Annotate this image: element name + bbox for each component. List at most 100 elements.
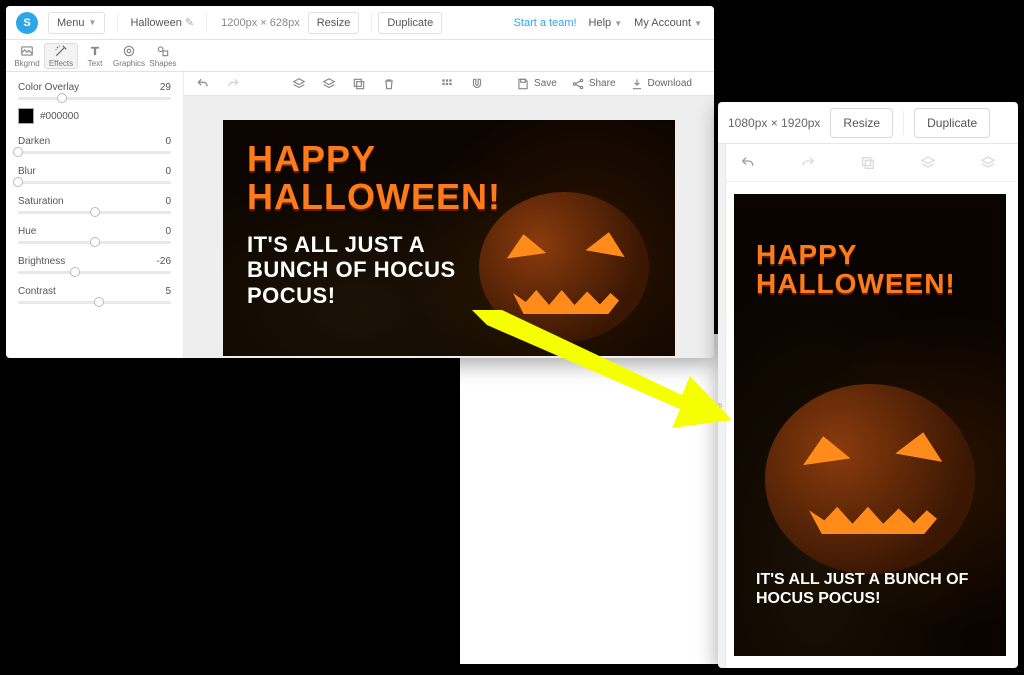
top-right-links: Start a team! Help ▼ My Account ▼ — [514, 17, 714, 29]
canvas-toolbar: Save Share Download — [184, 72, 714, 96]
pumpkin-graphic — [765, 384, 975, 574]
headline-text[interactable]: HAPPYHALLOWEEN! — [247, 140, 501, 216]
tool-effects-label: Effects — [45, 59, 77, 68]
project-name-text: Halloween — [130, 17, 181, 29]
chevron-down-icon: ▼ — [694, 19, 702, 28]
redo-icon[interactable] — [800, 155, 816, 171]
tool-tabs: Bkgrnd Effects Text Graphics Shapes — [6, 40, 714, 72]
slider-value: 0 — [165, 196, 171, 207]
menu-button[interactable]: Menu ▼ — [48, 12, 105, 34]
artwork-canvas[interactable]: HAPPYHALLOWEEN! IT'S ALL JUST A BUNCH OF… — [734, 194, 1006, 656]
separator — [371, 13, 372, 33]
slider-value: -26 — [157, 256, 171, 267]
duplicate-button[interactable]: Duplicate — [914, 108, 990, 138]
pencil-icon: ✎ — [185, 17, 194, 29]
save-icon — [516, 77, 530, 91]
tool-text-label: Text — [78, 59, 112, 68]
share-button[interactable]: Share — [571, 77, 616, 91]
shapes-icon — [156, 44, 170, 58]
slider-value: 0 — [165, 226, 171, 237]
slider-color-overlay[interactable]: Color Overlay 29 — [18, 82, 171, 100]
tool-bkgrnd-label: Bkgrnd — [10, 59, 44, 68]
slider-brightness[interactable]: Brightness-26 — [18, 256, 171, 274]
grid-icon[interactable] — [440, 77, 454, 91]
resize-button[interactable]: Resize — [308, 12, 360, 34]
slider-label: Saturation — [18, 196, 64, 207]
subline-text[interactable]: IT'S ALL JUST A BUNCH OFHOCUS POCUS! — [756, 570, 988, 608]
layers-up-icon[interactable] — [980, 155, 996, 171]
artwork-canvas[interactable]: HAPPYHALLOWEEN! IT'S ALL JUST ABUNCH OF … — [223, 120, 675, 356]
layers-down-icon[interactable] — [292, 77, 306, 91]
headline-text[interactable]: HAPPYHALLOWEEN! — [756, 240, 956, 299]
chevron-down-icon: ▼ — [614, 19, 622, 28]
slider-blur[interactable]: Blur 0 — [18, 166, 171, 184]
slider-label: Contrast — [18, 286, 56, 297]
slider-label: Darken — [18, 136, 50, 147]
subline-text[interactable]: IT'S ALL JUST ABUNCH OF HOCUSPOCUS! — [247, 232, 456, 308]
tool-effects[interactable]: Effects — [44, 43, 78, 69]
wand-icon — [54, 44, 68, 58]
undo-icon[interactable] — [740, 155, 756, 171]
slider-value: 5 — [165, 286, 171, 297]
account-label: My Account — [634, 17, 691, 29]
color-swatch-row[interactable]: #000000 — [18, 108, 171, 124]
tool-graphics-label: Graphics — [112, 59, 146, 68]
slider-hue[interactable]: Hue 0 — [18, 226, 171, 244]
tool-text[interactable]: Text — [78, 44, 112, 68]
share-label: Share — [589, 78, 616, 89]
slider-value: 29 — [160, 82, 171, 93]
chevron-down-icon: ▼ — [89, 18, 97, 27]
editor-body: Color Overlay 29 #000000 Darken 0 Blur 0 Sa… — [6, 72, 714, 358]
resize-button[interactable]: Resize — [830, 108, 893, 138]
canvas-dimensions: 1200px × 628px — [213, 17, 308, 29]
copy-icon[interactable] — [352, 77, 366, 91]
slider-value: 0 — [165, 166, 171, 177]
top-bar: S Menu ▼ Halloween ✎ 1200px × 628px Resi… — [6, 6, 714, 40]
slider-contrast[interactable]: Contrast 5 — [18, 286, 171, 304]
slider-value: 0 — [165, 136, 171, 147]
slider-darken[interactable]: Darken 0 — [18, 136, 171, 154]
download-label: Download — [648, 78, 692, 89]
tool-bkgrnd[interactable]: Bkgrnd — [10, 44, 44, 68]
graphics-icon — [122, 44, 136, 58]
slider-label: Blur — [18, 166, 36, 177]
start-team-link[interactable]: Start a team! — [514, 17, 577, 29]
save-button[interactable]: Save — [516, 77, 557, 91]
color-swatch[interactable] — [18, 108, 34, 124]
undo-icon[interactable] — [196, 77, 210, 91]
magnet-icon[interactable] — [470, 77, 484, 91]
trash-icon[interactable] — [382, 77, 396, 91]
avatar[interactable]: S — [16, 12, 38, 34]
download-button[interactable]: Download — [630, 77, 692, 91]
top-bar: 1080px × 1920px Resize Duplicate — [718, 102, 1018, 144]
duplicate-button[interactable]: Duplicate — [378, 12, 442, 34]
copy-icon[interactable] — [860, 155, 876, 171]
slider-label: Hue — [18, 226, 36, 237]
layers-up-icon[interactable] — [322, 77, 336, 91]
editor-window-left: S Menu ▼ Halloween ✎ 1200px × 628px Resi… — [6, 6, 714, 358]
canvas-toolbar — [718, 144, 1018, 182]
help-link[interactable]: Help ▼ — [589, 17, 623, 29]
account-link[interactable]: My Account ▼ — [634, 17, 702, 29]
separator — [903, 111, 904, 135]
color-hex: #000000 — [40, 111, 79, 122]
download-icon — [630, 77, 644, 91]
slider-saturation[interactable]: Saturation 0 — [18, 196, 171, 214]
redo-icon[interactable] — [226, 77, 240, 91]
menu-label: Menu — [57, 17, 85, 29]
cropped-sidebar-edge: es — [718, 144, 726, 668]
editor-window-right: 1080px × 1920px Resize Duplicate es HAPP… — [718, 102, 1018, 668]
tool-shapes-label: Shapes — [146, 59, 180, 68]
white-underlay — [460, 334, 740, 664]
help-label: Help — [589, 17, 612, 29]
slider-label: Color Overlay — [18, 82, 79, 93]
tool-shapes[interactable]: Shapes — [146, 44, 180, 68]
image-icon — [20, 44, 34, 58]
save-label: Save — [534, 78, 557, 89]
tool-graphics[interactable]: Graphics — [112, 44, 146, 68]
layers-down-icon[interactable] — [920, 155, 936, 171]
effects-sidebar: Color Overlay 29 #000000 Darken 0 Blur 0 Sa… — [6, 72, 184, 358]
pumpkin-graphic — [479, 192, 649, 342]
project-name[interactable]: Halloween ✎ — [124, 16, 200, 29]
share-icon — [571, 77, 585, 91]
